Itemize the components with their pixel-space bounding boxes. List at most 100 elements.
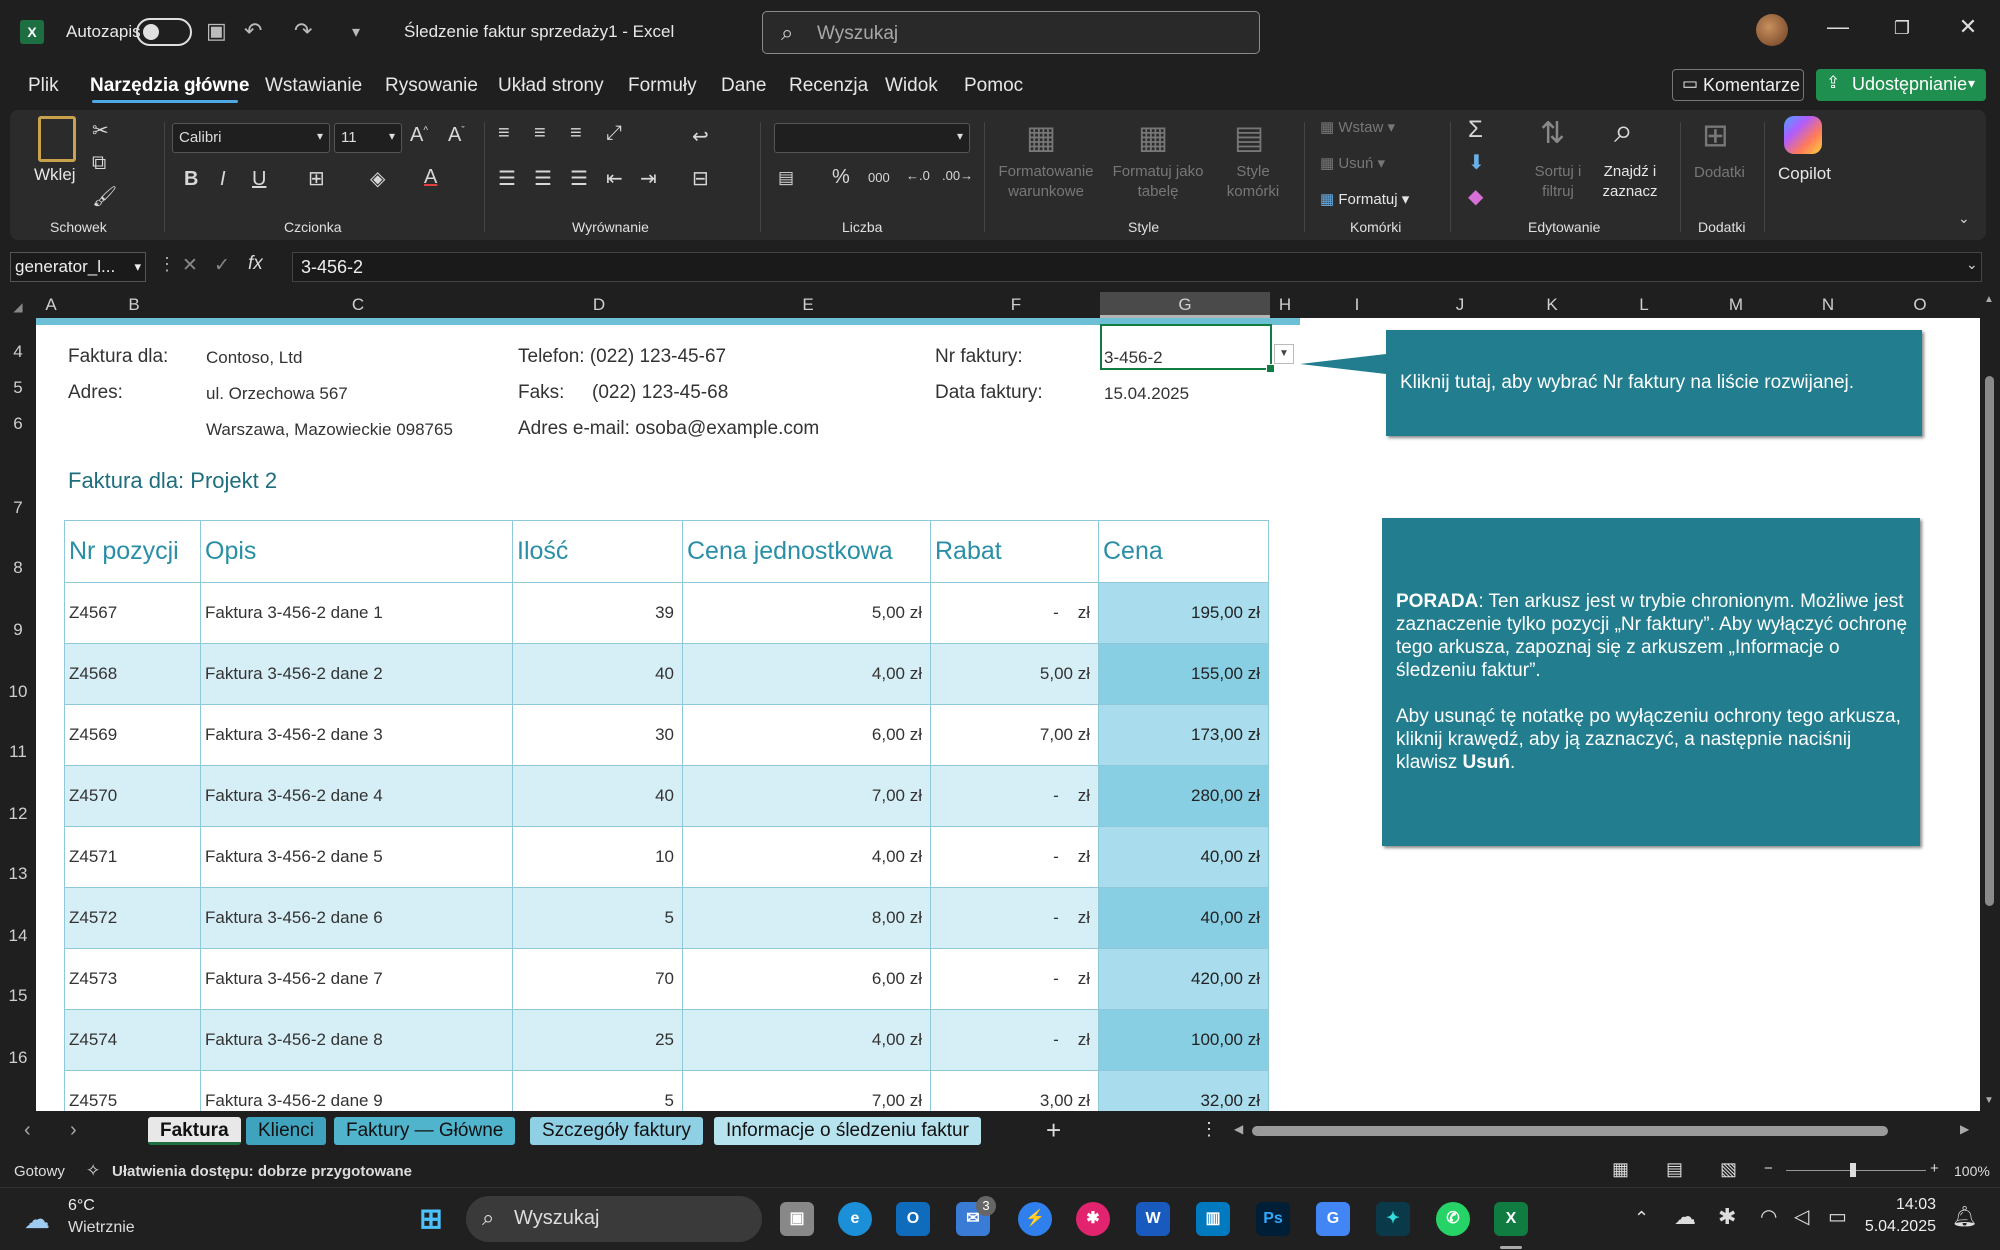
conditional-formatting-label[interactable]: Formatowanie warunkowe [994, 162, 1098, 202]
redo-icon[interactable]: ↷ [294, 18, 312, 44]
borders-icon[interactable]: ⊞ [308, 166, 325, 191]
cancel-icon[interactable]: ✕ [182, 254, 198, 277]
clock-date[interactable]: 5.04.2025 [1858, 1218, 1936, 1236]
row-header[interactable]: 16 [0, 1048, 36, 1068]
column-header[interactable]: B [66, 295, 202, 315]
vertical-scroll-thumb[interactable] [1985, 376, 1994, 906]
weather-temp[interactable]: 6°C [68, 1197, 95, 1215]
tip-note[interactable]: PORADA: Ten arkusz jest w trybie chronio… [1382, 518, 1920, 846]
row-header[interactable]: 7 [0, 498, 36, 518]
row-header[interactable]: 15 [0, 986, 36, 1006]
row-header[interactable]: 9 [0, 620, 36, 640]
cut-icon[interactable]: ✂ [92, 118, 109, 143]
column-header[interactable]: H [1270, 295, 1300, 315]
comments-button[interactable]: ▭ Komentarze [1672, 69, 1804, 101]
avatar[interactable] [1756, 14, 1788, 46]
search-input[interactable]: ⌕ Wyszukaj [762, 11, 1260, 54]
copy-icon[interactable]: ⧉ [92, 152, 106, 175]
expand-formula-bar-icon[interactable]: ⌄ [1966, 256, 1978, 273]
add-sheet-icon[interactable]: + [1046, 1115, 1061, 1146]
slack-icon[interactable]: ✱ [1076, 1202, 1110, 1236]
format-cells-button[interactable]: ▦ Formatuj ▾ [1320, 190, 1409, 208]
column-header[interactable]: K [1506, 295, 1598, 315]
chevron-up-icon[interactable]: ⌃ [1634, 1208, 1649, 1229]
name-box[interactable]: generator_l... ▾ [10, 252, 146, 282]
edge-icon[interactable]: e [838, 1202, 872, 1236]
selected-cell[interactable] [1100, 324, 1275, 373]
align-middle-icon[interactable]: ≡ [534, 122, 546, 145]
align-top-icon[interactable]: ≡ [498, 122, 510, 145]
grow-font-icon[interactable]: A^ [410, 124, 428, 147]
page-break-view-icon[interactable]: ▧ [1720, 1159, 1737, 1180]
increase-decimal-icon[interactable]: ←.0 [906, 168, 930, 183]
find-select-label[interactable]: Znajdź i zaznacz [1590, 162, 1670, 202]
scroll-up-icon[interactable]: ▲ [1984, 294, 1994, 305]
menu-help[interactable]: Pomoc [964, 75, 1023, 97]
restore-icon[interactable]: ❐ [1882, 18, 1922, 39]
row-header[interactable]: 14 [0, 926, 36, 946]
row-header[interactable]: 4 [0, 342, 36, 362]
format-as-table-label[interactable]: Formatuj jako tabelę [1106, 162, 1210, 202]
menu-data[interactable]: Dane [721, 75, 766, 97]
vertical-scrollbar[interactable]: ▲ ▼ [1980, 292, 2000, 1111]
zoom-out-icon[interactable]: − [1764, 1160, 1773, 1177]
column-header[interactable]: M [1690, 295, 1782, 315]
app-icon[interactable]: ✦ [1376, 1202, 1410, 1236]
clock-time[interactable]: 14:03 [1870, 1196, 1936, 1214]
trello-icon[interactable]: ▥ [1196, 1202, 1230, 1236]
worksheet-grid[interactable]: Faktura dla: Contoso, Ltd Adres: ul. Orz… [36, 318, 1980, 1111]
column-header[interactable]: N [1782, 295, 1874, 315]
row-header[interactable]: 8 [0, 558, 36, 578]
zoom-slider-thumb[interactable] [1850, 1163, 1856, 1177]
sort-filter-label[interactable]: Sortuj i filtruj [1528, 162, 1588, 202]
shrink-font-icon[interactable]: Aˇ [448, 124, 465, 147]
excel-taskbar-icon[interactable]: X [1494, 1202, 1528, 1236]
windows-start-icon[interactable]: ⊞ [414, 1202, 448, 1236]
enter-icon[interactable]: ✓ [214, 254, 230, 277]
sheet-tab[interactable]: Klienci [246, 1117, 326, 1145]
taskbar-search[interactable]: ⌕ Wyszukaj [466, 1196, 762, 1242]
italic-icon[interactable]: I [220, 168, 226, 191]
menu-draw[interactable]: Rysowanie [385, 75, 478, 97]
menu-page-layout[interactable]: Układ strony [498, 75, 604, 97]
zoom-level[interactable]: 100% [1954, 1163, 1990, 1179]
percent-icon[interactable]: % [832, 166, 850, 189]
sheet-tab[interactable]: Informacje o śledzeniu faktur [714, 1117, 981, 1145]
close-icon[interactable]: ✕ [1948, 14, 1988, 40]
merge-center-icon[interactable]: ⊟ [692, 166, 709, 191]
addins-icon[interactable]: ⊞ [1702, 116, 1729, 154]
find-select-icon[interactable]: ⌕ [1614, 112, 1633, 151]
weather-icon[interactable]: ☁ [24, 1204, 50, 1235]
save-icon[interactable]: ▣ [206, 18, 227, 44]
menu-file[interactable]: Plik [28, 75, 59, 97]
paste-icon[interactable] [38, 116, 76, 162]
customize-toolbar-icon[interactable]: ▾ [352, 22, 360, 42]
menu-review[interactable]: Recenzja [789, 75, 868, 97]
horizontal-scroll-thumb[interactable] [1252, 1126, 1888, 1136]
increase-indent-icon[interactable]: ⇥ [640, 166, 657, 191]
previous-sheet-icon[interactable]: ‹ [24, 1119, 31, 1142]
format-painter-icon[interactable]: 🖌 [92, 184, 117, 209]
number-format-select[interactable]: ▾ [774, 123, 970, 153]
formula-input[interactable]: 3-456-2 [292, 252, 1982, 282]
autosum-icon[interactable]: Σ [1468, 116, 1483, 144]
row-header[interactable]: 6 [0, 414, 36, 434]
normal-view-icon[interactable]: ▦ [1612, 1159, 1629, 1180]
collapse-ribbon-icon[interactable]: ⌄ [1958, 210, 1970, 227]
menu-insert[interactable]: Wstawianie [265, 75, 362, 97]
column-header[interactable]: J [1414, 295, 1506, 315]
fill-icon[interactable]: ⬇ [1468, 150, 1485, 175]
row-header[interactable]: 11 [0, 742, 36, 762]
column-header[interactable]: A [36, 295, 66, 315]
zoom-slider[interactable] [1786, 1170, 1926, 1171]
accessibility-status[interactable]: Ułatwienia dostępu: dobrze przygotowane [112, 1163, 412, 1180]
align-center-icon[interactable]: ☰ [534, 166, 552, 191]
more-options-icon[interactable]: ⋮ [158, 254, 176, 275]
accounting-format-icon[interactable]: ▤ [778, 168, 794, 188]
column-header-selected[interactable]: G [1100, 292, 1270, 318]
word-icon[interactable]: W [1136, 1202, 1170, 1236]
cell-styles-label[interactable]: Style komórki [1218, 162, 1288, 202]
font-color-icon[interactable]: A [424, 166, 437, 189]
battery-icon[interactable]: ▭ [1828, 1204, 1847, 1229]
row-header[interactable]: 12 [0, 804, 36, 824]
